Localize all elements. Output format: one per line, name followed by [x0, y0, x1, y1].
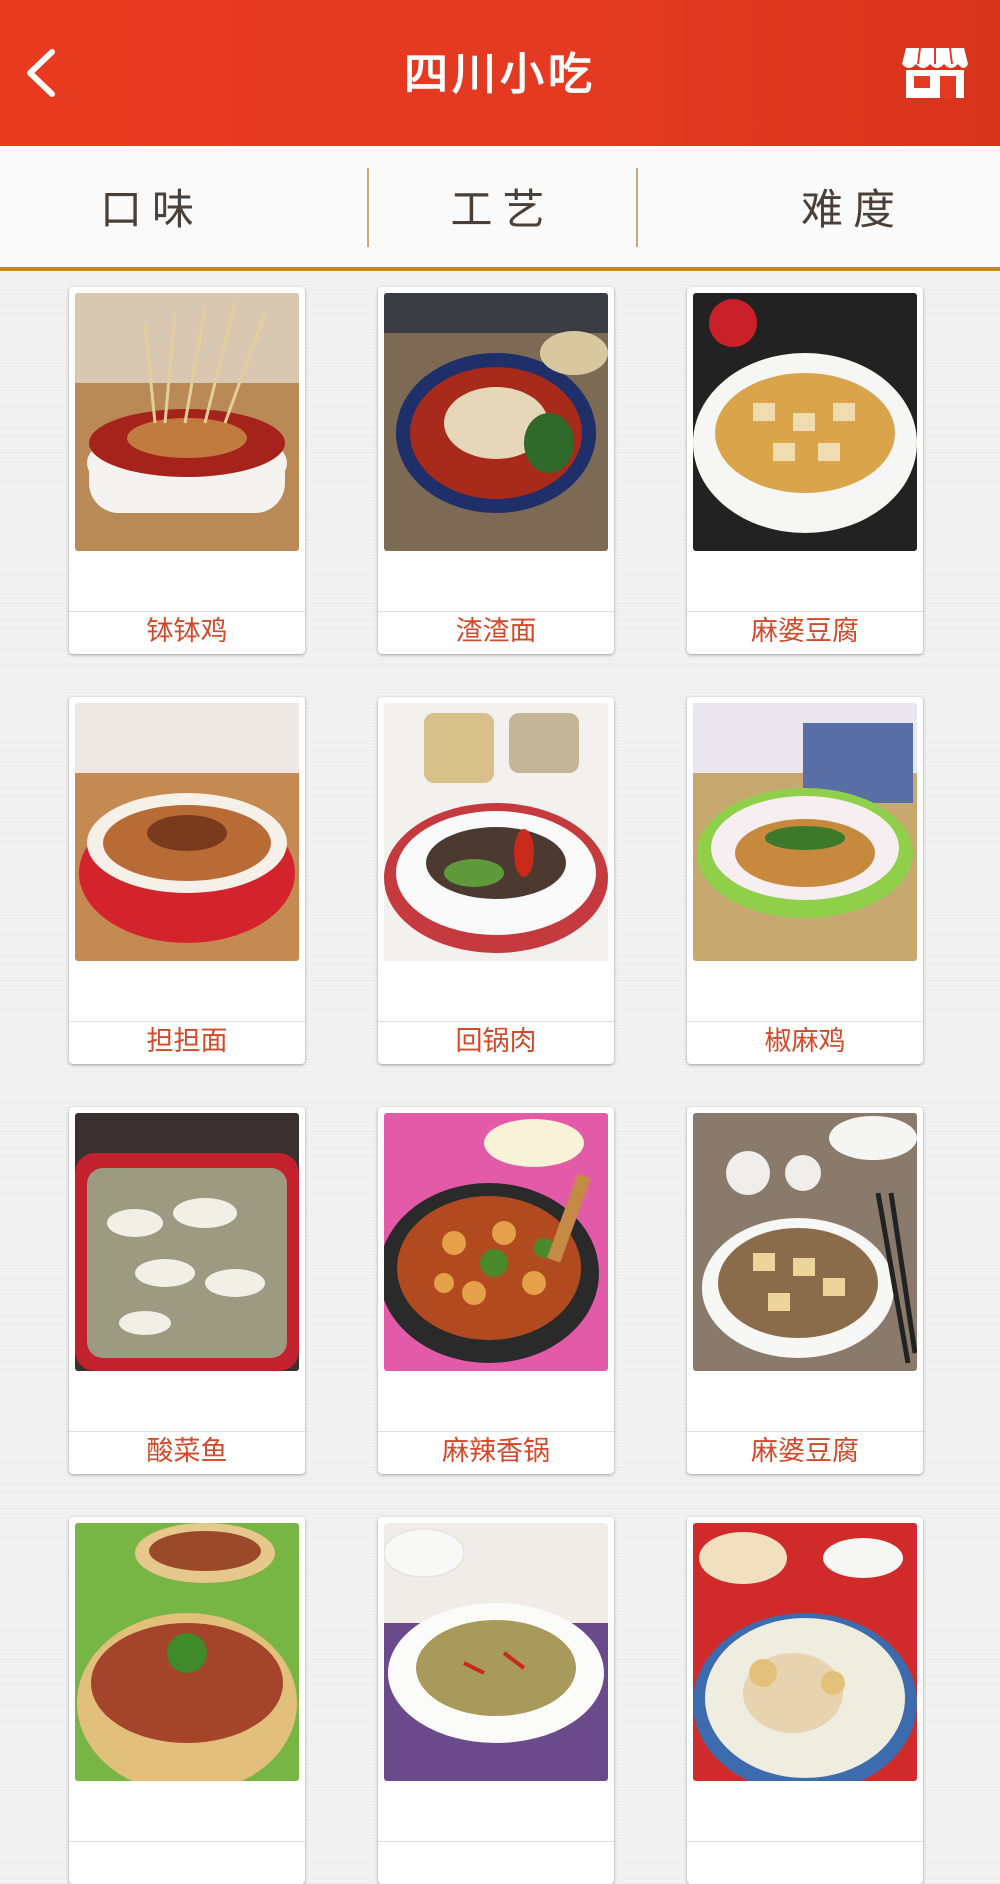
dish-image	[384, 1113, 608, 1371]
dish-name: 回锅肉	[378, 1021, 614, 1064]
dish-name: 渣渣面	[378, 611, 614, 654]
dish-card[interactable]: 担担面	[69, 697, 305, 1064]
dish-image	[693, 1113, 917, 1371]
tab-technique[interactable]: 工艺	[369, 146, 636, 267]
dish-card[interactable]: 回锅肉	[378, 697, 614, 1064]
storefront-icon	[902, 47, 968, 98]
dish-image	[693, 1523, 917, 1781]
dish-name: 椒麻鸡	[687, 1021, 923, 1064]
dish-name: 钵钵鸡	[69, 611, 305, 654]
dish-name: 酸菜鱼	[69, 1431, 305, 1474]
dish-card[interactable]	[378, 1517, 614, 1884]
dish-image	[384, 1523, 608, 1781]
dish-name: 麻婆豆腐	[687, 611, 923, 654]
page-title: 四川小吃	[404, 49, 596, 100]
tab-difficulty[interactable]: 难度	[638, 146, 1000, 267]
dish-name: 麻婆豆腐	[687, 1431, 923, 1474]
dish-image	[693, 703, 917, 961]
dish-image	[384, 293, 608, 551]
dish-card[interactable]	[687, 1517, 923, 1884]
dish-image	[75, 1523, 299, 1781]
dish-card[interactable]: 钵钵鸡	[69, 287, 305, 654]
dish-image	[693, 293, 917, 551]
filter-tabs: 口味 工艺 难度	[0, 146, 1000, 271]
dish-card[interactable]: 麻婆豆腐	[687, 1107, 923, 1474]
dish-card[interactable]: 酸菜鱼	[69, 1107, 305, 1474]
dish-name	[378, 1841, 614, 1884]
dish-card[interactable]: 麻辣香锅	[378, 1107, 614, 1474]
dish-name	[687, 1841, 923, 1884]
dish-card[interactable]: 椒麻鸡	[687, 697, 923, 1064]
dish-image	[384, 703, 608, 961]
dish-image	[75, 1113, 299, 1371]
dish-image	[75, 293, 299, 551]
dish-image	[75, 703, 299, 961]
dish-name: 担担面	[69, 1021, 305, 1064]
store-button[interactable]	[900, 44, 970, 100]
dish-card[interactable]	[69, 1517, 305, 1884]
dish-card[interactable]: 渣渣面	[378, 287, 614, 654]
app-header: 四川小吃	[0, 0, 1000, 146]
dish-card[interactable]: 麻婆豆腐	[687, 287, 923, 654]
tab-flavor[interactable]: 口味	[0, 146, 367, 267]
dish-name	[69, 1841, 305, 1884]
dish-name: 麻辣香锅	[378, 1431, 614, 1474]
